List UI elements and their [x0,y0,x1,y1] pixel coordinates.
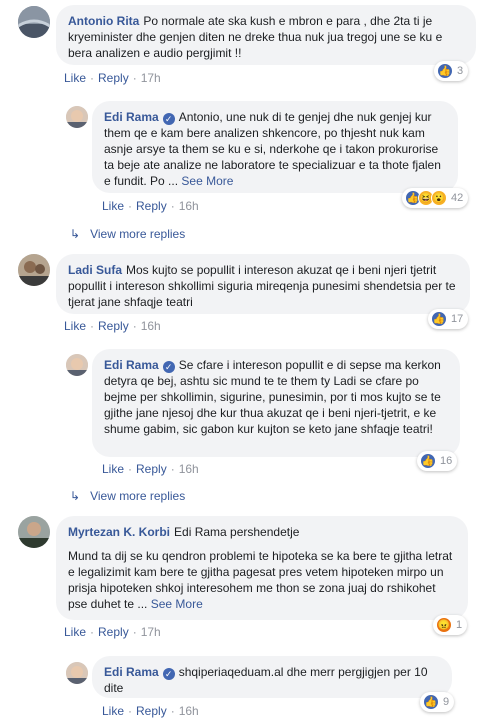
comment-time[interactable]: 16h [179,704,199,718]
view-more-replies-link[interactable]: ↳ View more replies [70,489,185,503]
avatar[interactable] [18,254,50,286]
verified-icon: ✓ [162,668,175,680]
like-button[interactable]: Like [64,625,86,639]
comment-author[interactable]: Antonio Rita [68,14,139,28]
like-button[interactable]: Like [64,319,86,333]
comment-time[interactable]: 16h [179,199,199,213]
comment-actions: Like · Reply · 16h [102,462,199,476]
comment-actions: Like · Reply · 16h [64,319,161,333]
comment-bubble: Antonio Rita Po normale ate ska kush e mb… [56,5,476,65]
comment-author[interactable]: Ladi Sufa [68,263,122,277]
see-more-link[interactable]: See More [181,174,233,188]
reply-button[interactable]: Reply [136,462,167,476]
comment-author[interactable]: Edi Rama [104,110,159,124]
comment-bubble: Myrtezan K. Korbi Edi Rama pershendetje M… [56,516,468,620]
reaction-summary[interactable]: 👍 3 [434,61,469,81]
like-button[interactable]: Like [102,704,124,718]
view-more-label[interactable]: View more replies [90,489,185,503]
view-more-label[interactable]: View more replies [90,227,185,241]
comment-text: Mos kujto se popullit i intereson akuzat… [68,263,456,309]
comment-actions: Like · Reply · 17h [64,625,161,639]
comment-time[interactable]: 17h [141,625,161,639]
reaction-count: 42 [451,192,464,204]
verified-icon: ✓ [162,361,175,373]
reaction-summary[interactable]: 👍 😆 😮 42 [402,188,469,208]
like-button[interactable]: Like [102,462,124,476]
like-icon: 👍 [431,311,447,327]
comment-text: Mund ta dij se ku qendron problemi te hi… [68,549,453,611]
comment-author[interactable]: Edi Rama [104,358,159,372]
reaction-summary[interactable]: 👍 16 [417,451,458,471]
comment-bubble: Edi Rama ✓ Se cfare i intereson popullit e… [92,349,460,457]
reaction-summary[interactable]: 😠 1 [433,615,468,635]
reply-arrow-icon: ↳ [70,489,81,503]
reply-button[interactable]: Reply [136,199,167,213]
wow-icon: 😮 [431,190,447,206]
comment-bubble: Edi Rama ✓ shqiperiaqeduam.al dhe merr per… [92,656,452,698]
avatar[interactable] [66,354,88,376]
like-icon: 👍 [437,63,453,79]
like-button[interactable]: Like [64,71,86,85]
like-button[interactable]: Like [102,199,124,213]
avatar[interactable] [66,106,88,128]
avatar[interactable] [18,6,50,38]
comment-bubble: Edi Rama ✓ Antonio, une nuk di te genjej d… [92,101,458,193]
comment-time[interactable]: 16h [141,319,161,333]
reaction-count: 16 [440,455,453,467]
comment-actions: Like · Reply · 16h [102,704,199,718]
reaction-count: 3 [457,65,464,77]
reply-button[interactable]: Reply [98,319,129,333]
reaction-count: 1 [456,619,463,631]
reply-button[interactable]: Reply [98,625,129,639]
reaction-count: 17 [451,313,464,325]
comment-text: Edi Rama pershendetje [174,525,300,539]
comment-time[interactable]: 16h [179,462,199,476]
see-more-link[interactable]: See More [151,597,203,611]
reaction-count: 9 [443,696,450,708]
comment-time[interactable]: 17h [141,71,161,85]
verified-icon: ✓ [162,113,175,125]
view-more-replies-link[interactable]: ↳ View more replies [70,227,185,241]
comment-author[interactable]: Edi Rama [104,665,159,679]
angry-icon: 😠 [436,617,452,633]
reaction-summary[interactable]: 👍 9 [420,692,455,712]
like-icon: 👍 [423,694,439,710]
comment-author[interactable]: Myrtezan K. Korbi [68,525,170,539]
reply-button[interactable]: Reply [98,71,129,85]
like-icon: 👍 [420,453,436,469]
comment-actions: Like · Reply · 17h [64,71,161,85]
comment-actions: Like · Reply · 16h [102,199,199,213]
reaction-summary[interactable]: 👍 17 [428,309,469,329]
reply-button[interactable]: Reply [136,704,167,718]
avatar[interactable] [18,516,50,548]
avatar[interactable] [66,662,88,684]
comment-bubble: Ladi Sufa Mos kujto se popullit i interes… [56,254,470,314]
reply-arrow-icon: ↳ [70,227,81,241]
